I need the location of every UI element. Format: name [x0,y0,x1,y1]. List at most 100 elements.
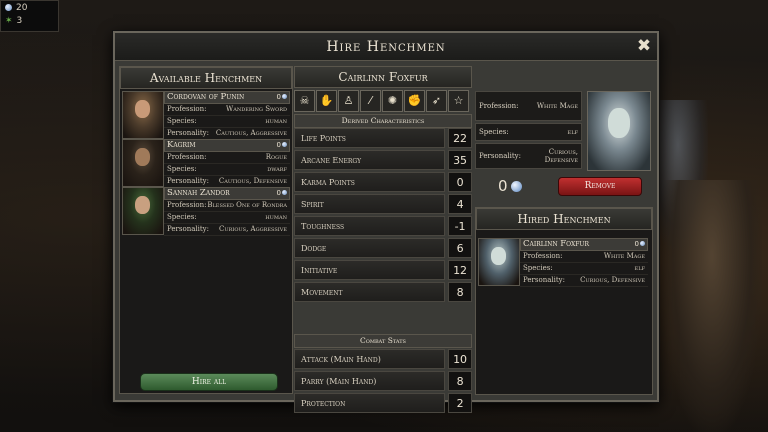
stat-label: Protection [294,393,446,413]
henchman-species: human [265,213,287,221]
personality-label: Personality: [167,225,209,233]
stat-row: Karma Points 0 [294,172,472,192]
henchman-profession: White Mage [603,252,645,260]
henchman-name: Cordovan of Punin [167,92,245,102]
stat-row: Life Points 22 [294,128,472,148]
window-titlebar: Hire Henchmen ✖ [115,33,657,61]
resource-hud: 20 ✶ 3 [0,0,59,32]
derived-characteristics-header: Derived Characteristics [294,114,472,128]
personality-label: Personality: [167,129,209,137]
stat-row: Protection 2 [294,393,472,413]
henchman-name: Sannah Zandor [167,188,230,198]
stat-row: Initiative 12 [294,260,472,280]
selected-name-header: Cairlinn Foxfur [294,66,472,88]
hand-icon[interactable]: ✋ [316,90,337,112]
selected-species: elf [567,128,578,136]
stat-label: Initiative [294,260,446,280]
henchman-portrait [122,187,164,235]
gem-icon [282,190,287,195]
species-label: Species: [167,117,197,125]
stat-row: Dodge 6 [294,238,472,258]
close-icon[interactable]: ✖ [635,37,653,55]
stat-value: 4 [448,194,472,214]
henchman-cost: 0 [634,240,639,248]
henchman-cost: 0 [276,141,281,149]
stat-label: Spirit [294,194,446,214]
available-henchmen-panel: Available Henchmen Cordovan of Punin 0 Pr… [119,66,293,394]
henchman-entry[interactable]: Sannah Zandor 0 Profession: Blessed One of… [122,187,290,236]
stat-label: Arcane Energy [294,150,446,170]
gem-icon [282,94,287,99]
stat-label: Movement [294,282,446,302]
henchman-personality: Curious, Defensive [580,276,645,284]
stat-value: 10 [448,349,472,369]
stat-row: Toughness -1 [294,216,472,236]
selected-henchman-card: Profession: White Mage Species: elf Person… [475,91,651,171]
species-label: Species: [479,128,509,136]
selected-cost: 0 [498,177,522,195]
selected-info: Profession: White Mage Species: elf Person… [475,91,582,171]
stat-value: 8 [448,282,472,302]
profession-label: Profession: [167,201,207,209]
henchman-personality: Cautious, Aggressive [215,129,287,137]
burst-icon[interactable]: ✺ [382,90,403,112]
henchman-species: human [265,117,287,125]
henchman-name: Kagrim [167,140,196,150]
selected-cost-value: 0 [498,177,508,195]
gem-count: 20 [16,2,28,13]
profession-label: Profession: [479,102,519,110]
henchman-portrait [478,238,520,286]
henchman-portrait [122,139,164,187]
stat-label: Attack (Main Hand) [294,349,446,369]
selected-portrait [587,91,651,171]
remove-button[interactable]: Remove [558,177,642,196]
henchman-name: Cairlinn Foxfur [523,239,590,249]
species-label: Species: [523,264,553,272]
stat-value: 0 [448,172,472,192]
henchman-cost: 0 [276,189,281,197]
species-label: Species: [167,213,197,221]
star-icon: ✶ [5,15,13,26]
henchman-cost: 0 [276,93,281,101]
henchman-species: elf [634,264,645,272]
henchman-entry[interactable]: Cordovan of Punin 0 Profession: Wandering … [122,91,290,140]
stat-row: Parry (Main Hand) 8 [294,371,472,391]
profession-label: Profession: [523,252,563,260]
stat-label: Life Points [294,128,446,148]
hired-henchman-entry[interactable]: Cairlinn Foxfur 0 Profession: White Mage S… [478,238,648,287]
fist-icon[interactable]: ✊ [404,90,425,112]
arrow-icon[interactable]: ➶ [426,90,447,112]
stat-label: Toughness [294,216,446,236]
background-figure-hooded [662,180,762,432]
wand-icon[interactable]: ⁄ [360,90,381,112]
henchman-personality: Curious, Aggressive [219,225,287,233]
henchman-personality: Cautious, Defensive [218,177,287,185]
stat-row: Arcane Energy 35 [294,150,472,170]
profession-label: Profession: [167,153,207,161]
skull-icon[interactable]: ☠ [294,90,315,112]
hire-all-button[interactable]: Hire all [140,373,278,391]
species-label: Species: [167,165,197,173]
henchman-profession: Rogue [265,153,287,161]
personality-label: Personality: [523,276,565,284]
ability-icon-bar: ☠ ✋ ♙ ⁄ ✺ ✊ ➶ ☆ [294,90,472,112]
stat-value: 2 [448,393,472,413]
henchman-profession: Wandering Sword [226,105,287,113]
stat-value: 22 [448,128,472,148]
hired-henchmen-panel: Hired Henchmen Cairlinn Foxfur 0 Professi… [475,207,653,395]
gem-icon [510,181,522,192]
stats-panel: Cairlinn Foxfur ☠ ✋ ♙ ⁄ ✺ ✊ ➶ ☆ Derived … [294,66,472,413]
figure-icon[interactable]: ♙ [338,90,359,112]
stat-value: 8 [448,371,472,391]
henchman-entry[interactable]: Kagrim 0 Profession: Rogue Species: dwarf P… [122,139,290,188]
stat-label: Dodge [294,238,446,258]
hired-henchmen-header: Hired Henchmen [476,208,652,230]
pentagram-icon[interactable]: ☆ [448,90,469,112]
gem-icon [640,241,645,246]
stat-row: Movement 8 [294,282,472,302]
selected-profession: White Mage [536,102,578,110]
selected-personality: Curious, Defensive [544,148,578,164]
stat-label: Parry (Main Hand) [294,371,446,391]
star-count: 3 [16,15,23,26]
hire-henchmen-window: Hire Henchmen ✖ Available Henchmen Cordo… [113,31,659,413]
